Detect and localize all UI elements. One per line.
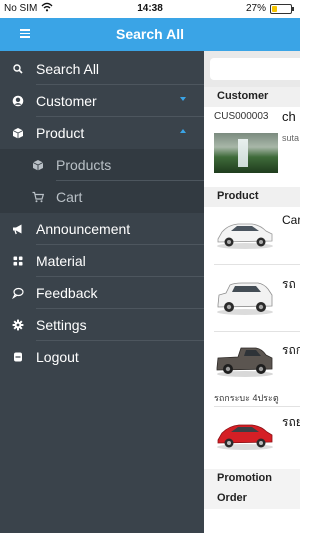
customer-section-header: Customer [204,87,300,107]
drawer-item-label: Products [56,157,112,173]
customer-code: CUS000003 [214,111,269,122]
cart-icon [32,191,44,203]
white-suv-image [217,282,273,315]
drawer-item-settings[interactable]: Settings [0,309,204,341]
drawer-item-announcement[interactable]: Announcement [0,213,204,245]
customer-image [214,133,278,173]
product-label: รถก [282,343,300,357]
logout-icon [14,352,22,362]
gear-icon [12,319,24,331]
drawer-item-label: Material [36,253,86,269]
product-row[interactable]: รถก [204,337,300,387]
product-label: รถ [282,277,296,291]
search-icon [13,64,23,74]
red-sedan-image [217,424,273,450]
row-divider [214,331,300,332]
main-content: Customer CUS000003 ch suta Product Car ร… [204,51,300,533]
user-icon [12,95,24,107]
drawer-item-label: Settings [36,317,87,333]
drawer-item-product[interactable]: Product [0,117,204,149]
dark-pickup-image [216,347,273,377]
row-divider [214,406,300,407]
chat-icon [12,287,24,299]
grid-icon [13,256,23,266]
app-header: Search All [0,18,300,51]
drawer-item-label: Search All [36,61,100,77]
customer-name[interactable]: ch [282,109,296,124]
box-icon [32,160,44,171]
battery-level-fill [272,6,277,12]
status-bar: No SIM 14:38 27% [0,0,300,18]
drawer-item-label: Product [36,125,85,141]
page-title: Search All [116,26,184,42]
product-row[interactable]: รถย [204,411,300,457]
battery-icon [270,4,294,14]
product-label: รถย [282,415,300,429]
white-sedan-image [217,223,273,249]
chevron-down-icon [180,97,186,101]
search-bar [204,51,300,87]
drawer-item-label: Feedback [36,285,98,301]
chevron-up-icon [180,129,186,133]
drawer-item-customer[interactable]: Customer [0,85,204,117]
product-label: Car [282,213,300,227]
customer-subtitle: suta [282,133,300,143]
product-section-header: Product [204,187,300,207]
product-row[interactable]: Car [204,211,300,257]
drawer-item-label: Announcement [36,221,131,237]
drawer-item-material[interactable]: Material [0,245,204,277]
product-row[interactable]: รถ [204,271,300,321]
drawer-item-label: Cart [56,189,83,205]
row-divider [214,264,300,265]
drawer-item-logout[interactable]: Logout [0,341,204,373]
drawer-item-label: Customer [36,93,97,109]
navigation-drawer: Search All Customer Product Products Car… [0,51,204,533]
drawer-item-label: Logout [36,349,79,365]
drawer-subitem-products[interactable]: Products [0,149,204,181]
product-note: รถกระบะ 4ประตู [214,393,279,403]
drawer-subitem-cart[interactable]: Cart [0,181,204,213]
promotion-section-header: Promotion [204,469,300,489]
search-input[interactable] [210,58,300,80]
box-icon [12,128,24,139]
drawer-item-feedback[interactable]: Feedback [0,277,204,309]
drawer-item-search-all[interactable]: Search All [0,53,204,85]
order-section-header: Order [204,489,300,509]
battery-percent: 27% [245,3,266,14]
megaphone-icon [13,224,22,235]
